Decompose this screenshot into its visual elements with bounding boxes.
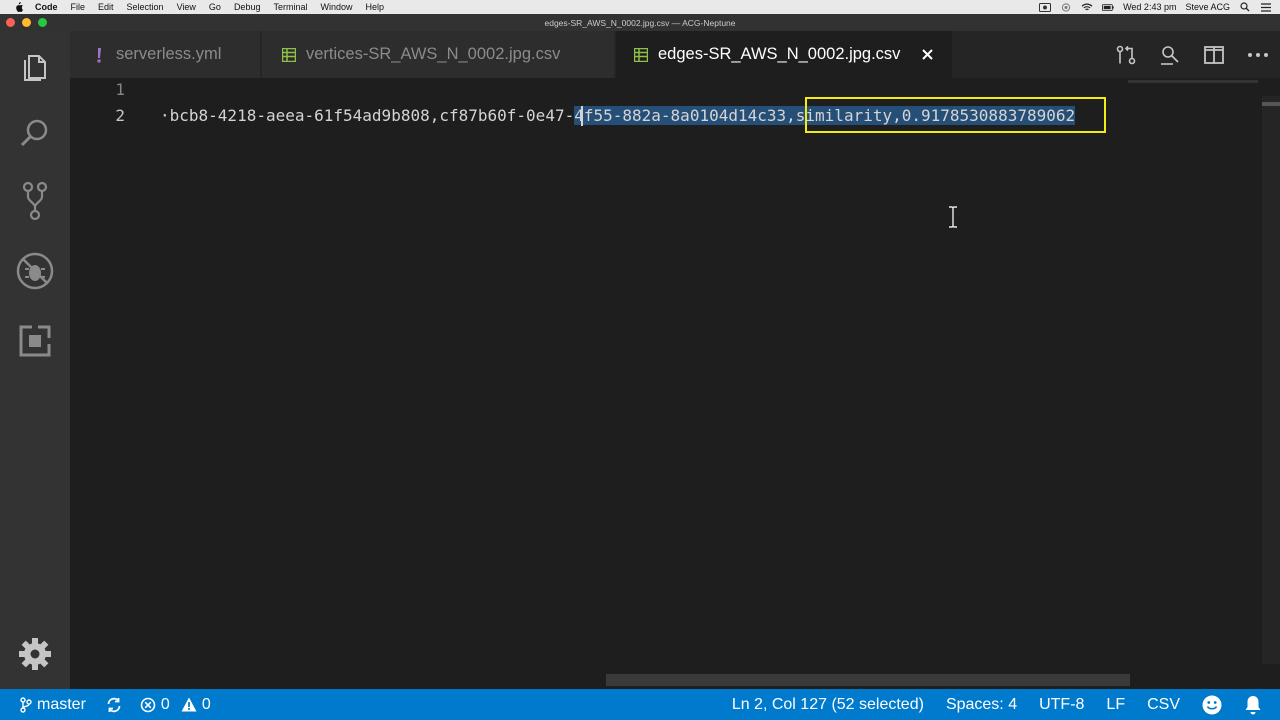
extensions-button[interactable]: [0, 311, 70, 371]
warning-count: 0: [201, 695, 211, 713]
error-icon: [140, 697, 156, 712]
line-number: 1: [115, 80, 125, 99]
tab-edges-csv[interactable]: edges-SR_AWS_N_0002.jpg.csv: [616, 31, 952, 78]
activity-bar: [0, 31, 70, 689]
tab-label: edges-SR_AWS_N_0002.jpg.csv: [658, 45, 901, 63]
tab-vertices-csv[interactable]: vertices-SR_AWS_N_0002.jpg.csv: [262, 31, 614, 78]
debug-button[interactable]: [0, 241, 70, 301]
cursor-position[interactable]: Ln 2, Col 127 (52 selected): [732, 696, 924, 714]
tab-label: vertices-SR_AWS_N_0002.jpg.csv: [306, 45, 561, 63]
line-number: 2: [115, 106, 125, 125]
open-preview-icon[interactable]: [1158, 43, 1182, 67]
minimize-window-button[interactable]: [22, 18, 31, 27]
debug-icon: [16, 252, 54, 290]
macos-menu-bar: Code File Edit Selection View Go Debug T…: [0, 0, 1280, 14]
indentation[interactable]: Spaces: 4: [946, 696, 1017, 714]
branch-name: master: [37, 695, 86, 713]
menu-file[interactable]: File: [71, 2, 86, 12]
more-actions-icon[interactable]: [1246, 43, 1270, 67]
annotation-highlight-box: [805, 97, 1106, 133]
line-number-gutter: 1 2: [70, 78, 158, 689]
wifi-icon[interactable]: [1081, 3, 1093, 12]
close-window-button[interactable]: [6, 18, 15, 27]
creative-cloud-icon[interactable]: [1060, 2, 1072, 12]
close-tab-icon[interactable]: [920, 48, 934, 62]
menu-app-name[interactable]: Code: [35, 2, 58, 12]
unselected-text: ·bcb8-4218-aeea-61f54ad9b808,cf87b60f-0e…: [160, 106, 575, 125]
editor-actions: [1114, 31, 1270, 78]
sync-icon: [107, 697, 121, 712]
tab-label: serverless.yml: [116, 45, 222, 63]
menu-help[interactable]: Help: [366, 2, 385, 12]
notifications-button[interactable]: [1244, 695, 1262, 715]
explorer-button[interactable]: [0, 37, 70, 97]
zoom-window-button[interactable]: [38, 18, 47, 27]
feedback-button[interactable]: [1202, 695, 1222, 715]
menu-view[interactable]: View: [177, 2, 196, 12]
notification-center-icon[interactable]: [1260, 2, 1272, 12]
minimap[interactable]: [1128, 80, 1258, 83]
split-editor-icon[interactable]: [1202, 43, 1226, 67]
tab-serverless-yml[interactable]: serverless.yml: [70, 31, 260, 78]
bell-icon: [1245, 695, 1261, 714]
error-count: 0: [160, 695, 170, 713]
spotlight-search-icon[interactable]: [1239, 2, 1251, 12]
warning-icon: [181, 697, 197, 712]
language-mode[interactable]: CSV: [1147, 696, 1180, 714]
menu-go[interactable]: Go: [209, 2, 221, 12]
csv-file-icon: [634, 47, 648, 62]
menu-window[interactable]: Window: [320, 2, 352, 12]
window-title-bar: edges-SR_AWS_N_0002.jpg.csv — ACG-Neptun…: [0, 14, 1280, 31]
clock[interactable]: Wed 2:43 pm: [1123, 2, 1176, 12]
settings-button[interactable]: [0, 624, 70, 684]
battery-icon[interactable]: [1102, 3, 1114, 12]
source-control-icon: [22, 181, 48, 221]
window-controls: [6, 18, 47, 27]
files-icon: [24, 55, 46, 81]
sync-button[interactable]: [106, 697, 122, 713]
vertical-scrollbar-thumb[interactable]: [1262, 102, 1280, 106]
source-control-button[interactable]: [0, 171, 70, 231]
window-title: edges-SR_AWS_N_0002.jpg.csv — ACG-Neptun…: [544, 17, 736, 28]
text-cursor: [581, 106, 583, 126]
search-icon: [20, 119, 48, 147]
user-name[interactable]: Steve ACG: [1185, 2, 1230, 12]
open-changes-icon[interactable]: [1114, 43, 1138, 67]
menu-selection[interactable]: Selection: [127, 2, 164, 12]
encoding[interactable]: UTF-8: [1039, 696, 1084, 714]
vertical-scrollbar[interactable]: [1262, 96, 1280, 664]
problems-indicator[interactable]: 0 0: [140, 696, 211, 714]
git-branch-icon: [20, 696, 32, 713]
extensions-icon: [19, 324, 52, 357]
csv-file-icon: [282, 47, 296, 62]
ibeam-mouse-cursor-icon: [947, 206, 959, 228]
menu-terminal[interactable]: Terminal: [273, 2, 307, 12]
editor-tab-bar: serverless.yml vertices-SR_AWS_N_0002.jp…: [70, 31, 1280, 78]
search-button[interactable]: [0, 103, 70, 163]
code-editor[interactable]: 1 2 ·bcb8-4218-aeea-61f54ad9b808,cf87b60…: [70, 78, 1280, 689]
gear-icon: [19, 638, 51, 670]
status-bar: master 0 0 Ln 2, Col 127 (52 selected) S…: [0, 689, 1280, 720]
apple-menu-icon[interactable]: [12, 0, 24, 14]
smiley-icon: [1202, 695, 1222, 714]
menu-debug[interactable]: Debug: [234, 2, 261, 12]
menu-edit[interactable]: Edit: [98, 2, 114, 12]
branch-indicator[interactable]: master: [20, 696, 86, 714]
screen-record-icon[interactable]: [1039, 2, 1052, 12]
horizontal-scrollbar[interactable]: [606, 674, 1130, 686]
yaml-exclamation-icon: [92, 47, 106, 62]
end-of-line[interactable]: LF: [1106, 696, 1125, 714]
